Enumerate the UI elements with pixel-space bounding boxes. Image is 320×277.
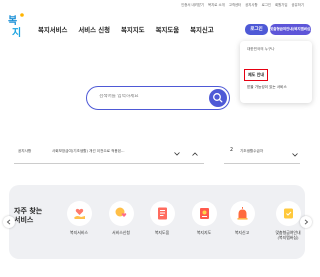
- notice-title-link[interactable]: 사회보장급여(기초생활) 개선 이전으로 적용된...: [52, 149, 124, 154]
- benefit-dropdown: 대한민국의 누구나 제도 안내 받을 가능성이 있는 서비스: [240, 41, 312, 103]
- frequent-services-title: 자주 찾는 서비스: [14, 207, 43, 224]
- util-link-about[interactable]: 복지로 소개: [208, 2, 225, 7]
- service-label: 복지신고: [234, 230, 250, 235]
- util-link-join[interactable]: 회원가입: [275, 2, 287, 7]
- search-icon: [213, 93, 223, 103]
- nav-welfare-report[interactable]: 복지신고: [190, 25, 214, 34]
- nav-welfare-services[interactable]: 복지서비스: [38, 25, 67, 34]
- login-button[interactable]: 로그인: [245, 24, 268, 35]
- service-item-benefit-guide[interactable]: 맞춤형급여안내 (복지멤버십): [267, 201, 309, 240]
- search-button[interactable]: [209, 89, 227, 107]
- benefit-guide-button[interactable]: 맞춤형급여안내(복지멤버십): [270, 24, 311, 35]
- util-link-notice[interactable]: 공지사항: [245, 2, 257, 7]
- chevron-down-icon[interactable]: [174, 152, 180, 156]
- document-icon: [157, 207, 167, 220]
- divider: [224, 163, 300, 164]
- service-label: 복지서비스: [70, 230, 88, 235]
- notice-label: 공지사항: [18, 149, 32, 153]
- divider: [14, 163, 204, 164]
- main-nav: 복지서비스 서비스 신청 복지지도 복지도움 복지신고: [38, 25, 214, 34]
- dropdown-item-program-guide[interactable]: 제도 안내: [244, 69, 269, 81]
- util-link-share[interactable]: 공유하기: [292, 2, 304, 7]
- svg-text:지: 지: [12, 26, 21, 39]
- svg-text:복: 복: [8, 15, 17, 27]
- search-box: [86, 86, 230, 110]
- service-label: 복지지도: [196, 230, 212, 235]
- page-number: 2: [230, 148, 234, 153]
- bell-icon: [283, 208, 293, 219]
- util-link-help[interactable]: 고객센터: [229, 2, 241, 7]
- nav-welfare-map[interactable]: 복지지도: [121, 25, 145, 34]
- service-label: 서비스신청: [112, 230, 130, 235]
- service-item-service-apply[interactable]: 서비스신청: [101, 201, 141, 235]
- nav-service-apply[interactable]: 서비스 신청: [78, 25, 110, 34]
- hand-heart-icon: [73, 208, 85, 219]
- dropdown-item-eligible-services[interactable]: 받을 가능성이 있는 서비스: [247, 85, 287, 90]
- carousel-prev-button[interactable]: [3, 216, 15, 228]
- util-link-cert[interactable]: 인증서 내려받기: [181, 2, 204, 7]
- service-label: 복지도움: [154, 230, 170, 235]
- nav-welfare-help[interactable]: 복지도움: [156, 25, 180, 34]
- service-item-welfare-services[interactable]: 복지서비스: [59, 201, 99, 235]
- service-item-welfare-map[interactable]: 복지지도: [184, 201, 224, 235]
- search-input[interactable]: [99, 94, 209, 99]
- category-select[interactable]: 기초생활수급자: [240, 149, 263, 154]
- chevron-left-icon: [6, 219, 11, 225]
- utility-links: 인증서 내려받기 복지로 소개 고객센터 공지사항 로그인 회원가입 공유하기: [181, 2, 304, 7]
- util-link-login[interactable]: 로그인: [262, 2, 271, 7]
- service-label: 맞춤형급여안내 (복지멤버십): [275, 230, 301, 240]
- map-icon: [199, 208, 209, 219]
- dropdown-header: 대한민국의 누구나: [247, 47, 275, 51]
- service-item-welfare-report[interactable]: 복지신고: [222, 201, 262, 235]
- bokjiro-logo[interactable]: 복 지: [7, 9, 29, 39]
- chevron-down-icon[interactable]: [292, 153, 298, 157]
- siren-icon: [237, 207, 247, 220]
- service-item-welfare-help[interactable]: 복지도움: [142, 201, 182, 235]
- chevron-up-icon[interactable]: [192, 152, 198, 156]
- bubble-heart-icon: [115, 207, 126, 217]
